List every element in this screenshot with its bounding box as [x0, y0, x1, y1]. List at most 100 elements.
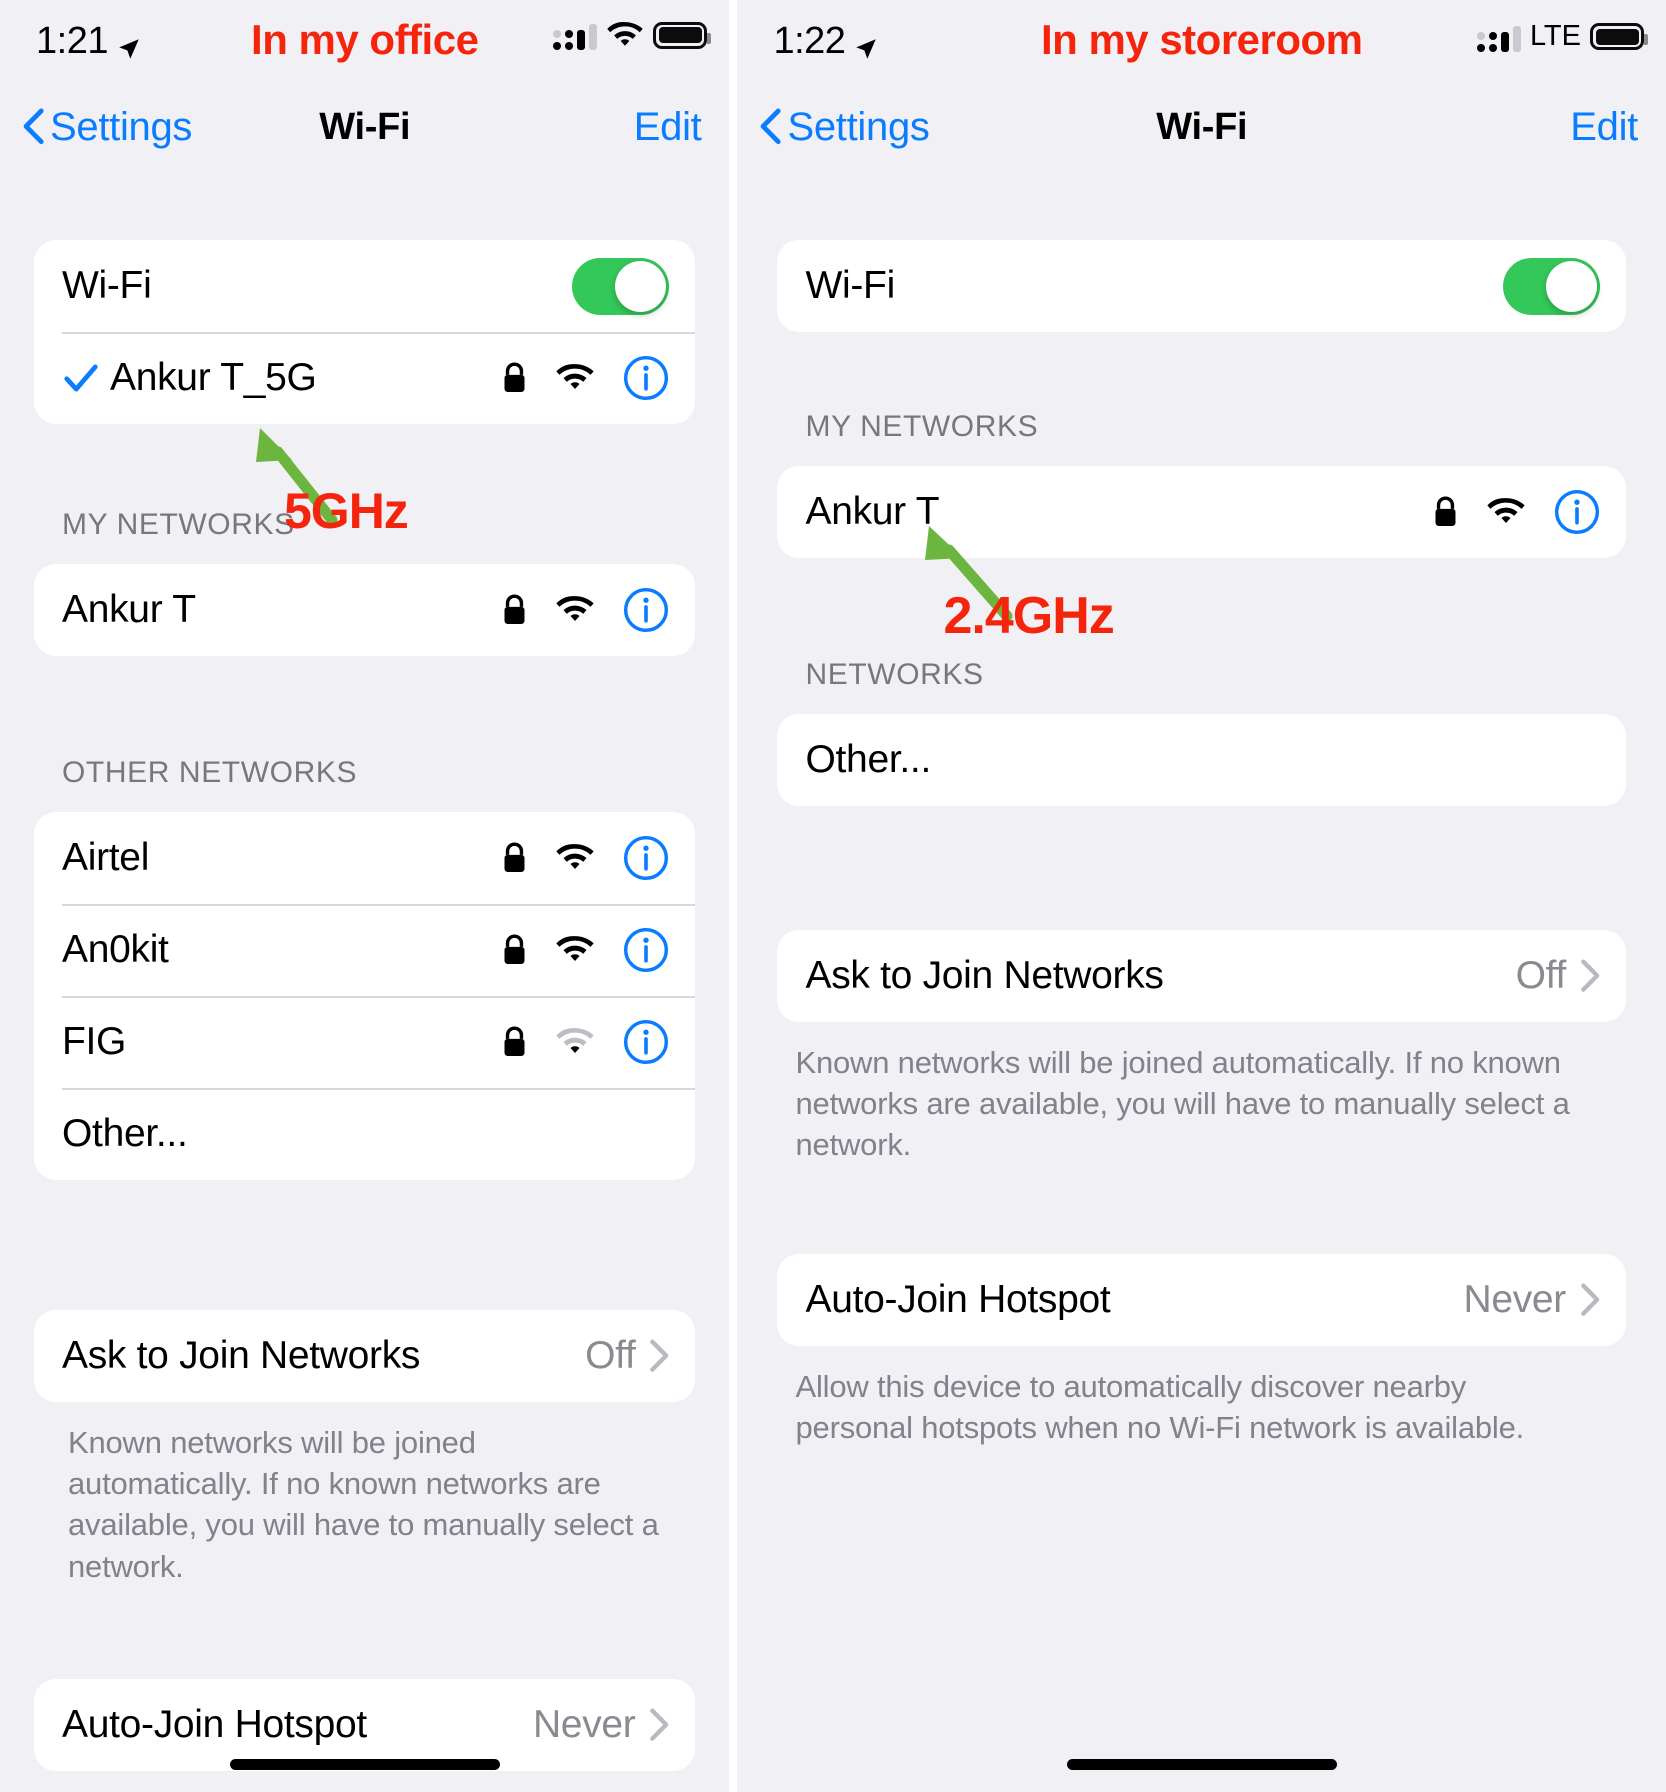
left-phone-panel: 1:21 In my office Settings Wi-Fi Edit Wi…: [0, 0, 730, 1792]
network-row-icons: [1433, 489, 1600, 535]
other-network-row[interactable]: Other...: [34, 1088, 696, 1180]
lock-icon: [502, 594, 527, 626]
cellular-signal-dots-icon: [1476, 22, 1521, 52]
auto-join-hotspot-footnote: Allow this device to automatically disco…: [795, 1368, 1525, 1445]
lock-icon: [1433, 496, 1458, 528]
wifi-toggle-row[interactable]: Wi-Fi: [34, 240, 695, 332]
wifi-toggle-switch[interactable]: [572, 257, 670, 315]
network-info-button[interactable]: [623, 1019, 669, 1065]
cellular-signal-dots-icon: [553, 20, 598, 50]
navigation-bar: Settings Wi-Fi Edit: [0, 88, 729, 166]
wifi-toggle-label: Wi-Fi: [62, 264, 152, 307]
network-info-button[interactable]: [1554, 489, 1600, 535]
lock-icon: [502, 842, 527, 874]
ask-to-join-footnote: Known networks will be joined automatica…: [68, 1425, 659, 1584]
cellular-type-label: LTE: [1529, 20, 1581, 52]
ask-to-join-value: Off: [1515, 954, 1567, 997]
other-network-label: Other...: [62, 1112, 188, 1155]
back-to-settings-button[interactable]: Settings: [22, 105, 192, 150]
annotation-5ghz-label: 5GHz: [284, 483, 409, 539]
lock-icon: [502, 362, 527, 394]
network-row-icons: [502, 927, 669, 973]
auto-join-hotspot-value: Never: [1463, 1277, 1566, 1321]
wifi-signal-icon: [555, 595, 595, 625]
ask-to-join-group: Ask to Join Networks Off: [34, 1310, 696, 1402]
edit-button[interactable]: Edit: [634, 105, 702, 150]
wifi-icon: [606, 21, 644, 49]
back-label: Settings: [787, 104, 930, 149]
my-networks-group: Ankur T: [34, 564, 696, 656]
wifi-toggle-row[interactable]: Wi-Fi: [777, 240, 1626, 332]
my-networks-header: MY NETWORKS: [805, 410, 1039, 443]
my-networks-header: MY NETWORKS: [62, 508, 295, 541]
checkmark-icon: [62, 359, 102, 397]
wifi-signal-icon: [555, 363, 595, 393]
ask-to-join-group: Ask to Join Networks Off: [777, 930, 1626, 1022]
chevron-left-icon: [759, 108, 782, 146]
wifi-group: Wi-Fi Ankur T_5G: [34, 240, 696, 424]
chevron-left-icon: [22, 108, 44, 146]
auto-join-hotspot-row[interactable]: Auto-Join Hotspot Never: [34, 1679, 695, 1771]
lock-icon: [502, 1026, 527, 1058]
networks-header: NETWORKS: [805, 658, 984, 691]
ask-to-join-label: Ask to Join Networks: [62, 1334, 421, 1377]
lock-icon: [502, 934, 527, 966]
navigation-bar: Settings Wi-Fi Edit: [737, 88, 1666, 166]
battery-full-icon: [653, 21, 712, 49]
wifi-signal-icon: [555, 843, 595, 873]
auto-join-hotspot-group: Auto-Join Hotspot Never: [34, 1678, 696, 1771]
right-content: Wi-Fi MY NETWORKS Ankur T 2.4GHz NETWORK…: [737, 166, 1666, 1448]
connected-network-name: Ankur T_5G: [110, 356, 317, 399]
ask-to-join-label: Ask to Join Networks: [805, 954, 1164, 997]
list-item[interactable]: An0kit: [34, 904, 696, 996]
list-item[interactable]: Ankur T: [777, 466, 1626, 558]
other-network-row[interactable]: Other...: [777, 714, 1626, 806]
ask-to-join-value: Off: [585, 1334, 636, 1377]
chevron-right-icon: [649, 1339, 669, 1373]
left-content: Wi-Fi Ankur T_5G MY NETWORKS 5GHz Ankur …: [0, 166, 729, 1771]
home-indicator: [229, 1759, 500, 1770]
network-name: Ankur T: [805, 490, 940, 533]
other-networks-header: OTHER NETWORKS: [62, 756, 358, 789]
my-networks-group: Ankur T: [777, 466, 1626, 558]
chevron-right-icon: [1580, 1283, 1600, 1317]
comparison-screenshot: 1:21 In my office Settings Wi-Fi Edit Wi…: [0, 0, 1666, 1792]
network-name: Ankur T: [62, 588, 196, 631]
back-to-settings-button[interactable]: Settings: [759, 104, 930, 150]
ask-to-join-footnote: Known networks will be joined automatica…: [795, 1045, 1570, 1163]
wifi-signal-weak-icon: [555, 1027, 595, 1057]
wifi-toggle-label: Wi-Fi: [805, 264, 895, 307]
chevron-right-icon: [649, 1708, 669, 1742]
edit-button[interactable]: Edit: [1570, 105, 1638, 150]
status-icons: LTE: [1476, 20, 1648, 53]
status-icons: [553, 20, 712, 50]
battery-full-icon: [1590, 23, 1648, 50]
ask-to-join-row[interactable]: Ask to Join Networks Off: [777, 930, 1626, 1022]
other-network-label: Other...: [805, 738, 931, 781]
status-bar: 1:21 In my office: [0, 0, 729, 88]
wifi-toggle-switch[interactable]: [1503, 257, 1600, 315]
network-info-button[interactable]: [623, 355, 669, 401]
other-networks-group: Airtel An0kit FIG Other...: [34, 812, 696, 1180]
network-info-button[interactable]: [623, 835, 669, 881]
network-name: FIG: [62, 1020, 127, 1063]
list-item[interactable]: Airtel: [34, 812, 695, 904]
list-item[interactable]: Ankur T: [34, 564, 695, 656]
auto-join-hotspot-value: Never: [532, 1702, 636, 1746]
network-row-icons: [502, 587, 669, 633]
ask-to-join-row[interactable]: Ask to Join Networks Off: [34, 1310, 695, 1402]
network-row-icons: [502, 1019, 669, 1065]
wifi-signal-icon: [1486, 497, 1526, 527]
auto-join-hotspot-row[interactable]: Auto-Join Hotspot Never: [777, 1254, 1626, 1346]
network-info-button[interactable]: [623, 587, 669, 633]
chevron-right-icon: [1580, 959, 1600, 993]
back-label: Settings: [50, 104, 193, 149]
network-row-icons: [502, 355, 669, 401]
network-name: An0kit: [62, 928, 169, 971]
connected-network-row[interactable]: Ankur T_5G: [34, 332, 696, 424]
list-item[interactable]: FIG: [34, 996, 696, 1088]
network-info-button[interactable]: [623, 927, 669, 973]
auto-join-hotspot-label: Auto-Join Hotspot: [805, 1277, 1111, 1321]
auto-join-hotspot-label: Auto-Join Hotspot: [62, 1702, 367, 1746]
panel-divider: [729, 0, 738, 1792]
